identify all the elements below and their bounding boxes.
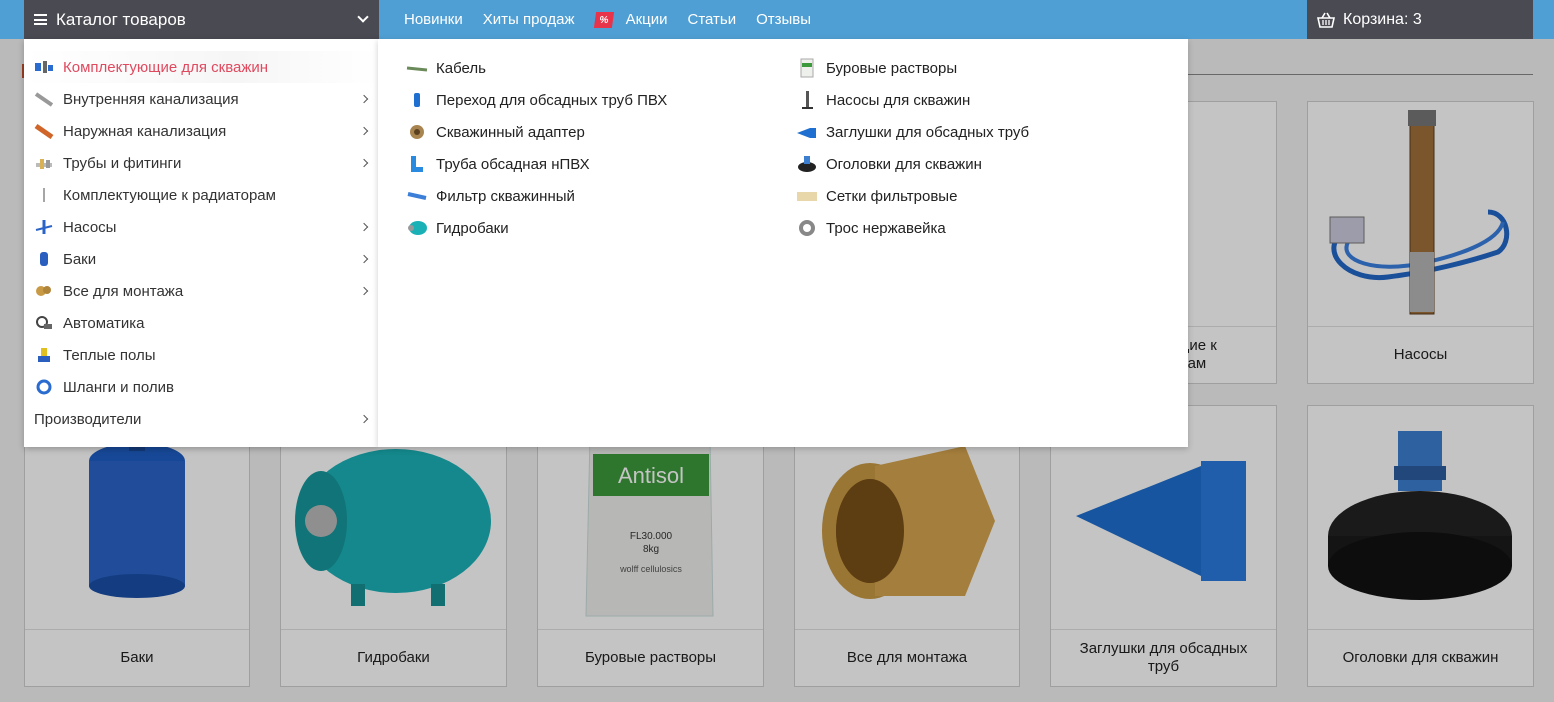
- nav-new[interactable]: Новинки: [404, 11, 463, 28]
- cable-icon: [406, 58, 428, 78]
- nav-sales[interactable]: % Акции: [593, 11, 668, 28]
- menu-item-pumps[interactable]: Насосы: [24, 211, 378, 243]
- tank-icon: [34, 249, 54, 269]
- cart-button[interactable]: Корзина: 3: [1307, 0, 1533, 39]
- submenu-item-label: Буровые растворы: [826, 59, 958, 77]
- orange-pipe-icon: [34, 121, 54, 141]
- submenu-item-cable[interactable]: Кабель: [406, 52, 667, 84]
- submenu-item-label: Скважинный адаптер: [436, 123, 585, 141]
- filter-mesh-icon: [796, 186, 818, 206]
- menu-item-label: Комплектующие к радиаторам: [63, 186, 276, 204]
- chevron-down-icon: [357, 11, 369, 23]
- menu-item-label: Все для монтажа: [63, 282, 184, 300]
- submenu-item-drilling-mud[interactable]: Буровые растворы: [796, 52, 1029, 84]
- chevron-right-icon: [359, 286, 369, 296]
- submenu-item-label: Фильтр скважинный: [436, 187, 575, 205]
- menu-item-label: Наружная канализация: [63, 122, 227, 140]
- submenu-item-casing-pipe[interactable]: Труба обсадная нПВХ: [406, 148, 667, 180]
- menu-item-label: Шланги и полив: [63, 378, 174, 396]
- menu-item-label: Теплые полы: [63, 346, 156, 364]
- submenu-item-label: Трос нержавейка: [826, 219, 946, 237]
- submenu-item-steel-rope[interactable]: Трос нержавейка: [796, 212, 1029, 244]
- catalog-menu: Комплектующие для скважин Внутренняя кан…: [24, 39, 378, 447]
- chevron-right-icon: [359, 126, 369, 136]
- fittings-icon: [34, 153, 54, 173]
- menu-icon: [34, 14, 47, 25]
- cart-label: Корзина: 3: [1343, 10, 1422, 28]
- menu-item-internal-sewer[interactable]: Внутренняя канализация: [24, 83, 378, 115]
- catalog-label: Каталог товаров: [56, 9, 186, 29]
- submenu-item-filter-mesh[interactable]: Сетки фильтровые: [796, 180, 1029, 212]
- pipe-cap-icon: [796, 122, 818, 142]
- submenu-item-well-filter[interactable]: Фильтр скважинный: [406, 180, 667, 212]
- casing-pipe-icon: [406, 154, 428, 174]
- automation-icon: [34, 313, 54, 333]
- submenu-item-label: Труба обсадная нПВХ: [436, 155, 590, 173]
- submenu-item-pvc-adapter[interactable]: Переход для обсадных труб ПВХ: [406, 84, 667, 116]
- catalog-button[interactable]: Каталог товаров: [24, 0, 379, 39]
- well-parts-icon: [34, 57, 54, 77]
- submenu-item-label: Оголовки для скважин: [826, 155, 982, 173]
- menu-item-label: Комплектующие для скважин: [63, 58, 269, 76]
- menu-item-tanks[interactable]: Баки: [24, 243, 378, 275]
- chevron-right-icon: [359, 254, 369, 264]
- submenu-item-hydro-tanks[interactable]: Гидробаки: [406, 212, 667, 244]
- menu-item-label: Внутренняя канализация: [63, 90, 239, 108]
- submenu-item-well-pumps[interactable]: Насосы для скважин: [796, 84, 1029, 116]
- mounting-icon: [34, 281, 54, 301]
- submenu-item-pipe-caps[interactable]: Заглушки для обсадных труб: [796, 116, 1029, 148]
- menu-item-mounting[interactable]: Все для монтажа: [24, 275, 378, 307]
- nav-articles[interactable]: Статьи: [687, 11, 736, 28]
- menu-item-external-sewer[interactable]: Наружная канализация: [24, 115, 378, 147]
- menu-item-label: Баки: [63, 250, 97, 268]
- steel-rope-icon: [796, 218, 818, 238]
- menu-item-label: Производители: [34, 410, 142, 428]
- menu-item-well-parts[interactable]: Комплектующие для скважин: [24, 51, 378, 83]
- well-pump-icon: [796, 90, 818, 110]
- submenu-item-label: Сетки фильтровые: [826, 187, 958, 205]
- sale-icon: %: [593, 11, 614, 28]
- menu-item-automation[interactable]: Автоматика: [24, 307, 378, 339]
- submenu-item-label: Заглушки для обсадных труб: [826, 123, 1030, 141]
- submenu-column-1: Кабель Переход для обсадных труб ПВХ Скв…: [406, 52, 667, 244]
- submenu-panel: Кабель Переход для обсадных труб ПВХ Скв…: [378, 39, 1188, 447]
- warm-floor-icon: [34, 345, 54, 365]
- menu-item-producers[interactable]: Производители: [24, 403, 378, 435]
- pvc-adapter-icon: [406, 90, 428, 110]
- radiator-key-icon: [34, 185, 54, 205]
- submenu-item-label: Кабель: [436, 59, 486, 77]
- grey-pipe-icon: [34, 89, 54, 109]
- top-nav: Новинки Хиты продаж % Акции Статьи Отзывы: [404, 0, 831, 39]
- nav-bestsellers[interactable]: Хиты продаж: [483, 11, 575, 28]
- submenu-item-label: Насосы для скважин: [826, 91, 971, 109]
- nav-sales-label: Акции: [625, 11, 668, 28]
- menu-item-radiator-parts[interactable]: Комплектующие к радиаторам: [24, 179, 378, 211]
- well-filter-icon: [406, 186, 428, 206]
- well-head-icon: [796, 154, 818, 174]
- chevron-right-icon: [359, 158, 369, 168]
- basket-icon: [1317, 12, 1335, 28]
- submenu-item-well-heads[interactable]: Оголовки для скважин: [796, 148, 1029, 180]
- well-adapter-icon: [406, 122, 428, 142]
- hose-icon: [34, 377, 54, 397]
- menu-item-hoses[interactable]: Шланги и полив: [24, 371, 378, 403]
- menu-item-label: Автоматика: [63, 314, 145, 332]
- menu-item-warm-floors[interactable]: Теплые полы: [24, 339, 378, 371]
- submenu-item-label: Гидробаки: [436, 219, 509, 237]
- menu-item-pipes-fittings[interactable]: Трубы и фитинги: [24, 147, 378, 179]
- menu-item-label: Насосы: [63, 218, 117, 236]
- menu-item-label: Трубы и фитинги: [63, 154, 182, 172]
- submenu-item-well-adapter[interactable]: Скважинный адаптер: [406, 116, 667, 148]
- chevron-right-icon: [359, 414, 369, 424]
- chevron-right-icon: [359, 94, 369, 104]
- hydro-tank-icon: [406, 218, 428, 238]
- submenu-column-2: Буровые растворы Насосы для скважин Загл…: [796, 52, 1029, 244]
- pump-icon: [34, 217, 54, 237]
- nav-reviews[interactable]: Отзывы: [756, 11, 811, 28]
- chevron-right-icon: [359, 222, 369, 232]
- drilling-mud-icon: [796, 58, 818, 78]
- submenu-item-label: Переход для обсадных труб ПВХ: [436, 91, 668, 109]
